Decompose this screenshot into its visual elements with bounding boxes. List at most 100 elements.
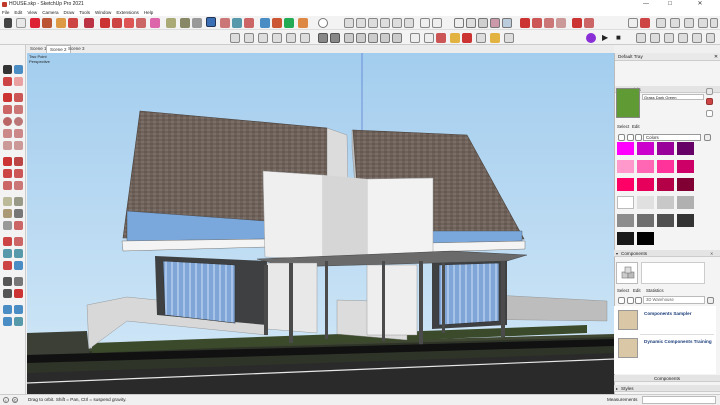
extension-warehouse-tool-icon[interactable]	[14, 317, 23, 326]
cube-3-icon[interactable]	[368, 33, 378, 43]
tape-tool-icon[interactable]	[3, 197, 12, 206]
shaded-textures-icon[interactable]	[490, 18, 500, 28]
warehouse-tool-icon[interactable]	[3, 305, 12, 314]
warehouse-icon[interactable]	[260, 18, 270, 28]
geo-location-icon[interactable]	[462, 33, 472, 43]
drape-icon[interactable]	[710, 18, 718, 28]
play-icon[interactable]: ▶	[602, 33, 612, 43]
camera-right-icon[interactable]	[380, 18, 390, 28]
dimension-tool-icon[interactable]	[14, 197, 23, 206]
eraser-icon[interactable]	[16, 18, 26, 28]
component-item[interactable]: Components Sampler	[616, 308, 714, 334]
xray-icon[interactable]	[420, 18, 430, 28]
pan-tool-icon[interactable]	[14, 237, 23, 246]
cube-5-icon[interactable]	[392, 33, 402, 43]
material-library-select[interactable]: Colors	[643, 134, 701, 141]
wireframe-display-icon[interactable]	[286, 33, 296, 43]
menu-extensions[interactable]: Extensions	[116, 9, 138, 16]
line-tool-icon[interactable]	[3, 93, 12, 102]
components-statistics-tab[interactable]: Statistics	[646, 288, 664, 294]
camera-front-icon[interactable]	[368, 18, 378, 28]
color-swatch[interactable]	[657, 160, 674, 173]
layout-icon[interactable]	[284, 18, 294, 28]
previous-view-icon[interactable]	[14, 261, 23, 270]
select-tool-icon[interactable]	[3, 65, 12, 74]
maximize-button[interactable]: ☐	[660, 0, 680, 9]
materials-edit-tab[interactable]: Edit	[632, 124, 640, 130]
fog-icon[interactable]	[476, 33, 486, 43]
position-camera-2-icon[interactable]	[272, 33, 282, 43]
two-point-arc-icon[interactable]	[14, 129, 23, 138]
position-camera-icon[interactable]	[258, 33, 268, 43]
stamp-icon[interactable]	[698, 18, 708, 28]
forward-icon[interactable]	[627, 134, 634, 141]
followme-icon[interactable]	[150, 18, 160, 28]
pushpull-tool-icon[interactable]	[14, 157, 23, 166]
menu-tools[interactable]: Tools	[79, 9, 90, 16]
photo-match-icon[interactable]	[504, 33, 514, 43]
color-swatch[interactable]	[677, 178, 694, 191]
color-swatch[interactable]	[657, 196, 674, 209]
arc-icon[interactable]	[42, 18, 52, 28]
sun-icon[interactable]	[450, 33, 460, 43]
walk-icon[interactable]	[230, 33, 240, 43]
create-material-icon[interactable]	[706, 98, 713, 105]
render-settings-icon[interactable]	[664, 33, 674, 43]
back-icon[interactable]	[618, 134, 625, 141]
sandbox-from-contours-icon[interactable]	[656, 18, 666, 28]
extension-warehouse-icon[interactable]	[272, 18, 282, 28]
comp-back-icon[interactable]	[618, 297, 625, 304]
wireframe-icon[interactable]	[454, 18, 464, 28]
cube-1-icon[interactable]	[344, 33, 354, 43]
menu-help[interactable]: Help	[144, 9, 153, 16]
section-display-icon[interactable]	[584, 18, 594, 28]
component-item[interactable]: Dynamic Components Training	[616, 336, 714, 362]
offset-tool-icon[interactable]	[14, 181, 23, 190]
scale-tool-icon[interactable]	[3, 181, 12, 190]
shadows-icon[interactable]	[490, 33, 500, 43]
plugin-p-icon[interactable]	[586, 33, 596, 43]
rotate-icon[interactable]	[112, 18, 122, 28]
styles-panel-header[interactable]: ▸ Styles	[614, 385, 720, 392]
look-around-tool-icon[interactable]	[3, 289, 12, 298]
three-point-arc-icon[interactable]	[3, 141, 12, 150]
minimize-button[interactable]: —	[636, 0, 656, 9]
camera-iso-icon[interactable]	[344, 18, 354, 28]
extension-manager-icon[interactable]	[298, 18, 308, 28]
panel-close-icon[interactable]: ✕	[710, 251, 716, 256]
tray-close-icon[interactable]: ✕	[713, 54, 719, 60]
color-swatch[interactable]	[617, 214, 634, 227]
solid-subtract-icon[interactable]	[532, 18, 542, 28]
paint-bucket-icon[interactable]	[56, 18, 66, 28]
share-model-icon[interactable]	[14, 305, 23, 314]
text-icon[interactable]	[180, 18, 190, 28]
color-swatch[interactable]	[657, 214, 674, 227]
component-icon[interactable]	[318, 33, 328, 43]
text-tool-icon[interactable]	[14, 209, 23, 218]
render-icon[interactable]	[650, 33, 660, 43]
paint-tool-icon[interactable]	[3, 77, 12, 86]
section-tool-icon[interactable]	[14, 289, 23, 298]
comp-home-icon[interactable]	[635, 297, 642, 304]
color-swatch[interactable]	[677, 214, 694, 227]
lights-icon[interactable]	[706, 33, 715, 43]
menu-edit[interactable]: Edit	[14, 9, 22, 16]
solid-union-icon[interactable]	[520, 18, 530, 28]
color-swatch[interactable]	[637, 160, 654, 173]
stop-icon[interactable]: ■	[616, 33, 626, 43]
menu-camera[interactable]: Camera	[42, 9, 58, 16]
cube-4-icon[interactable]	[380, 33, 390, 43]
details-icon[interactable]	[704, 134, 711, 141]
solid-trim-icon[interactable]	[544, 18, 554, 28]
zoom-extents-icon[interactable]	[244, 18, 254, 28]
3d-text-tool-icon[interactable]	[14, 221, 23, 230]
model-viewport[interactable]: Two Point Perspective	[27, 53, 614, 394]
smoove-icon[interactable]	[684, 18, 694, 28]
offset-icon[interactable]	[136, 18, 146, 28]
close-button[interactable]: ✕	[690, 0, 710, 9]
move-icon[interactable]	[100, 18, 110, 28]
sample-paint-icon[interactable]	[706, 110, 713, 117]
orbit-tool-icon[interactable]	[3, 237, 12, 246]
zoom-extents-tool-icon[interactable]	[3, 261, 12, 270]
color-swatch[interactable]	[617, 196, 634, 209]
